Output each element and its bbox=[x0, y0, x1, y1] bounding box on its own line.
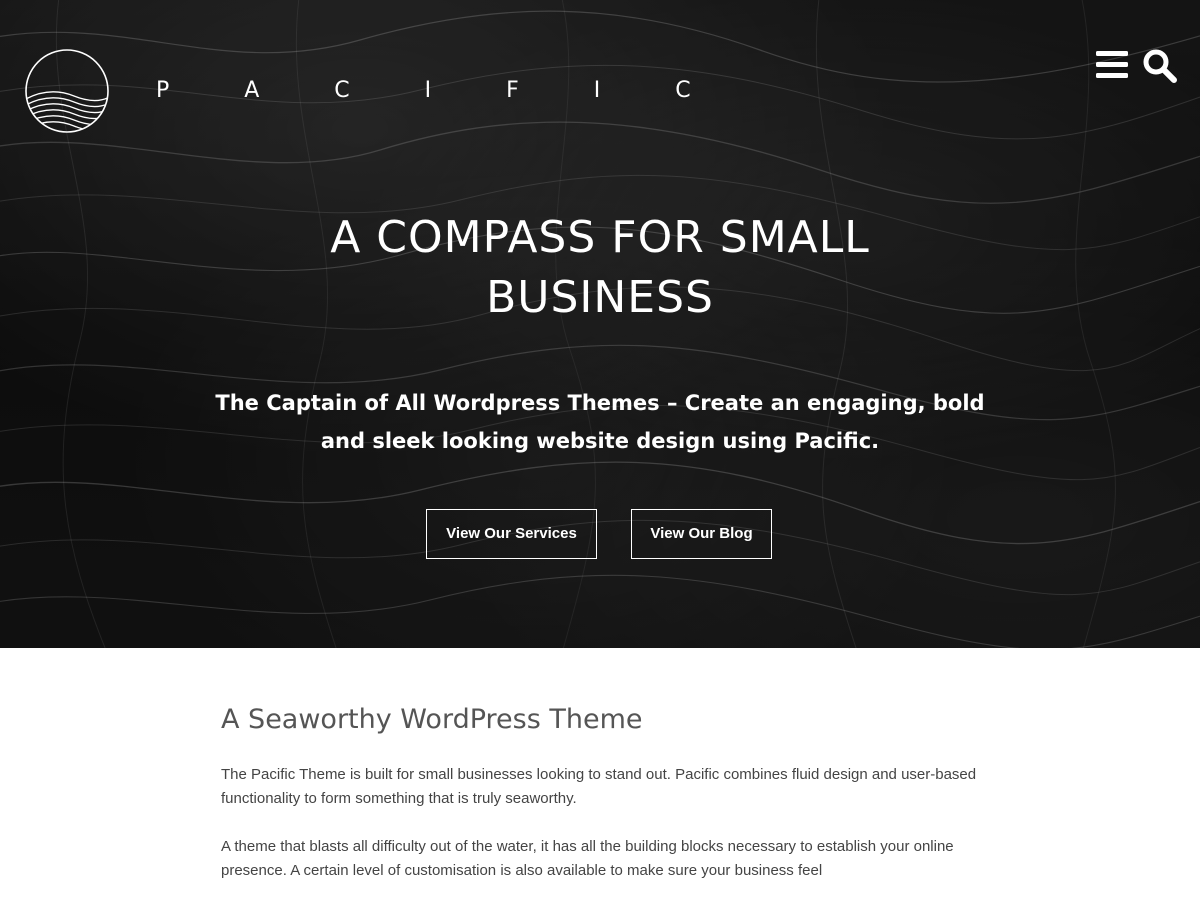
hero-subtitle: The Captain of All Wordpress Themes – Cr… bbox=[215, 391, 985, 453]
content-section: A Seaworthy WordPress Theme The Pacific … bbox=[0, 648, 1200, 900]
search-icon[interactable] bbox=[1142, 48, 1178, 84]
pacific-logo-icon[interactable] bbox=[24, 48, 110, 134]
section-title: A Seaworthy WordPress Theme bbox=[221, 704, 643, 735]
hero-title: A COMPASS FOR SMALL BUSINESS bbox=[330, 212, 870, 323]
view-services-button[interactable]: View Our Services bbox=[426, 509, 597, 559]
details-paragraph: A theme that blasts all difficulty out o… bbox=[221, 838, 954, 879]
hero-section: P A C I F I C A COMPASS FOR SMALL BUSINE… bbox=[0, 0, 1200, 648]
view-blog-button[interactable]: View Our Blog bbox=[631, 509, 772, 559]
brand-name[interactable]: P A C I F I C bbox=[156, 78, 725, 103]
hamburger-menu-icon[interactable] bbox=[1094, 48, 1130, 82]
intro-paragraph: The Pacific Theme is built for small bus… bbox=[221, 766, 977, 807]
